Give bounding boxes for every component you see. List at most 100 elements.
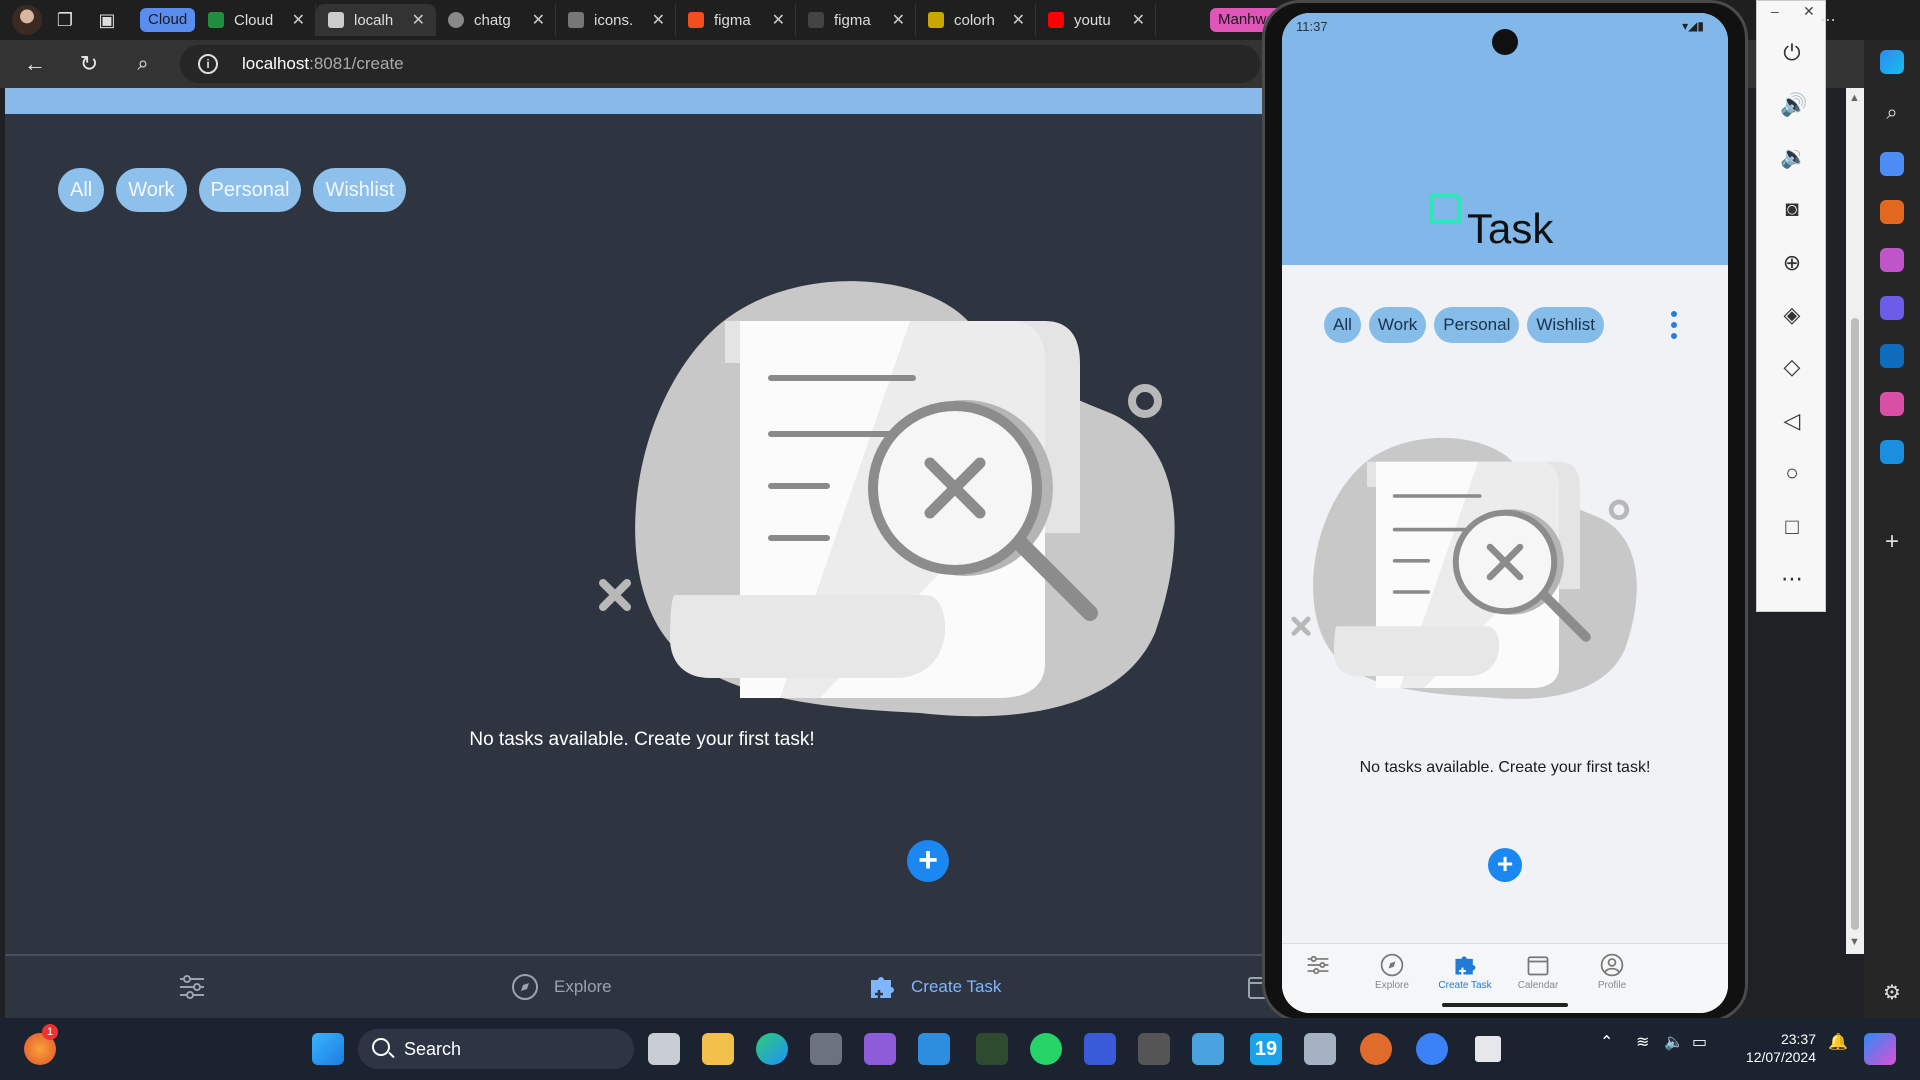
more-menu-icon[interactable]: ⋯ [1820,10,1836,30]
media-player-icon[interactable] [1360,1033,1392,1065]
tab-cloud[interactable]: Cloud ✕ [196,4,316,36]
phone-chip-wishlist[interactable]: Wishlist [1527,307,1604,343]
notification-bell-icon[interactable]: 🔔 [1828,1032,1848,1052]
close-tab-icon[interactable]: ✕ [532,10,545,30]
android-studio-icon[interactable] [1416,1033,1448,1065]
system-clock[interactable]: 23:37 12/07/2024 [1740,1030,1816,1066]
settings-gear-icon[interactable]: ⚙ [1880,980,1904,1004]
minimize-icon[interactable]: – [1771,3,1779,19]
close-tab-icon[interactable]: ✕ [292,10,305,30]
designer-icon[interactable] [1880,392,1904,416]
url-text[interactable]: localhost:8081/create [242,54,404,74]
phone-nav-create-task[interactable]: Create Task [1425,952,1505,991]
chip-all[interactable]: All [58,168,105,212]
more-options-icon[interactable]: ⋯ [1780,567,1804,591]
phone-nav-explore[interactable]: Explore [1352,952,1432,991]
anaconda-icon[interactable] [1084,1033,1116,1065]
app-19-icon[interactable]: 19 [1250,1033,1282,1065]
gesture-handle[interactable] [1442,1003,1568,1007]
search-icon[interactable]: ⌕ [1880,102,1904,126]
windows-start-icon[interactable] [312,1033,344,1065]
file-explorer-icon[interactable] [702,1033,734,1065]
game-icon[interactable] [1138,1033,1170,1065]
phone-chip-all[interactable]: All [1324,307,1361,343]
workspaces-icon[interactable]: ❐ [54,9,76,31]
wifi-icon[interactable]: ≋ [1636,1032,1649,1052]
tab-group-cloud[interactable]: Cloud [140,8,196,32]
scroll-down-icon[interactable]: ▼ [1849,936,1860,948]
search-icon[interactable]: ⌕ [130,51,156,77]
taskbar-search[interactable]: Search [358,1029,634,1069]
close-tab-icon[interactable]: ✕ [412,10,425,30]
profile-avatar[interactable] [12,5,42,35]
close-tab-icon[interactable]: ✕ [892,10,905,30]
copilot-taskbar-icon[interactable] [1864,1033,1896,1065]
phone-nav-filters[interactable] [1282,952,1358,980]
scroll-up-icon[interactable]: ▲ [1849,92,1860,104]
address-bar[interactable]: i localhost:8081/create [180,45,1260,83]
whatsapp-icon[interactable] [1030,1033,1062,1065]
more-vertical-icon[interactable] [1670,311,1678,341]
chip-work[interactable]: Work [116,168,187,212]
github-desktop-icon[interactable] [810,1033,842,1065]
battery-icon[interactable]: ▭ [1692,1032,1707,1052]
overview-icon[interactable]: □ [1780,515,1804,539]
phone-chip-work[interactable]: Work [1368,307,1427,343]
add-icon[interactable]: + [1880,530,1904,554]
mw-app-icon[interactable] [976,1033,1008,1065]
games-icon[interactable] [1880,248,1904,272]
close-tab-icon[interactable]: ✕ [1012,10,1025,30]
chip-personal[interactable]: Personal [198,168,302,212]
home-icon[interactable]: ○ [1780,461,1804,485]
phone-chip-personal[interactable]: Personal [1434,307,1520,343]
rotate-right-icon[interactable]: ◇ [1780,355,1804,379]
volume-down-icon[interactable]: 🔉 [1780,145,1807,169]
edge-icon[interactable] [756,1033,788,1065]
close-icon[interactable]: ✕ [1803,3,1815,20]
tab-actions-icon[interactable]: ▣ [96,9,118,31]
calculator-icon[interactable] [1304,1033,1336,1065]
volume-up-icon[interactable]: 🔊 [1780,93,1807,117]
site-info-icon[interactable]: i [198,54,218,74]
nav-explore[interactable]: Explore [510,972,612,1002]
close-tab-icon[interactable]: ✕ [772,10,785,30]
tab-figma-2[interactable]: figma ✕ [796,4,916,36]
scroll-thumb[interactable] [1851,318,1859,930]
emulator-window-icon[interactable] [1472,1033,1504,1065]
nav-create-task[interactable]: Create Task [867,972,1001,1002]
outlook-icon[interactable] [1880,344,1904,368]
tools-icon[interactable] [1880,200,1904,224]
add-task-button[interactable]: + [907,840,949,882]
rotate-left-icon[interactable]: ◈ [1780,303,1804,327]
vscode-icon[interactable] [918,1033,950,1065]
visual-studio-icon[interactable] [864,1033,896,1065]
back-icon[interactable]: ◁ [1780,409,1804,433]
tab-figma-1[interactable]: figma ✕ [676,4,796,36]
chevron-up-icon[interactable]: ⌃ [1600,1032,1613,1052]
reload-icon[interactable]: ↻ [76,51,102,77]
phone-add-task-button[interactable]: + [1488,848,1522,882]
power-icon[interactable]: ⏻ [1780,41,1804,65]
shopping-tag-icon[interactable] [1880,152,1904,176]
camera-icon[interactable]: ◙ [1780,197,1804,221]
tab-chatgpt[interactable]: chatg ✕ [436,4,556,36]
m365-icon[interactable] [1880,296,1904,320]
copilot-icon[interactable] [1880,50,1904,74]
task-view-icon[interactable] [648,1033,680,1065]
send-icon[interactable] [1880,440,1904,464]
virtualbox-icon[interactable] [1192,1033,1224,1065]
page-scrollbar[interactable]: ▲ ▼ [1846,88,1864,954]
phone-nav-profile[interactable]: Profile [1572,952,1652,991]
volume-icon[interactable]: 🔈 [1664,1032,1684,1052]
phone-nav-calendar[interactable]: Calendar [1498,952,1578,991]
tab-localhost[interactable]: localh ✕ [316,4,436,36]
close-tab-icon[interactable]: ✕ [1132,10,1145,30]
tab-youtube[interactable]: youtu ✕ [1036,4,1156,36]
back-arrow-icon[interactable]: ← [22,51,48,77]
chip-wishlist[interactable]: Wishlist [313,168,407,212]
close-tab-icon[interactable]: ✕ [652,10,665,30]
nav-filters[interactable] [177,972,207,1002]
zoom-icon[interactable]: ⊕ [1780,251,1804,275]
tab-icons[interactable]: icons. ✕ [556,4,676,36]
tab-colorhunt[interactable]: colorh ✕ [916,4,1036,36]
